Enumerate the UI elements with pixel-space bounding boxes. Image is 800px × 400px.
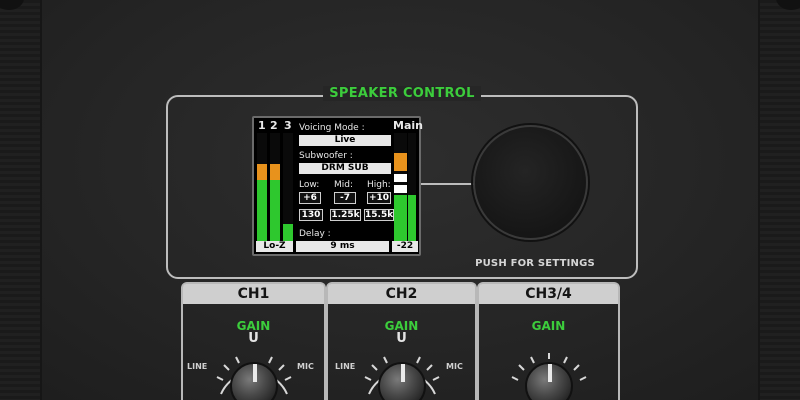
left-grille-edge (0, 0, 42, 400)
eq-mid-freq: 1.25k (330, 209, 361, 221)
mic-label: MIC (446, 362, 463, 371)
meter-2-label: 2 (270, 119, 278, 132)
push-settings-knob[interactable] (473, 125, 588, 240)
eq-mid-gain: -7 (334, 192, 356, 204)
subwoofer-label: Subwoofer : (299, 151, 353, 161)
lcd-knob-connector-line (421, 183, 475, 185)
delay-label: Delay : (299, 229, 331, 239)
meter-ch3 (283, 133, 293, 244)
meter-1-label: 1 (258, 119, 266, 132)
channel-title: CH3/4 (479, 284, 618, 304)
voicing-mode-value: Live (299, 135, 391, 146)
gain-knob-ch3-4[interactable] (524, 362, 573, 400)
meter-ch1 (257, 133, 267, 244)
eq-mid-label: Mid: (334, 180, 354, 190)
lcd-display: 1 2 3 Main Voicing Mode : Live Subwoofer… (252, 116, 423, 256)
subwoofer-value: DRM SUB (299, 163, 391, 174)
unity-gain-label: U (248, 331, 259, 346)
speaker-control-title: SPEAKER CONTROL (323, 86, 481, 101)
eq-high-label: High: (367, 180, 391, 190)
channel-strip-ch3-4: CH3/4 GAIN (477, 282, 620, 400)
channel-title: CH2 (328, 284, 475, 304)
eq-low-gain: +6 (299, 192, 321, 204)
eq-high-freq: 15.5k (364, 209, 394, 221)
gain-knob-ch2[interactable] (377, 362, 426, 400)
main-meter-label: Main (393, 119, 423, 132)
eq-low-freq: 130 (299, 209, 323, 221)
line-label: LINE (187, 362, 208, 371)
main-level-value: -22 (392, 241, 418, 252)
channel-strip-ch1: CH1 GAIN U (181, 282, 326, 400)
eq-low-label: Low: (299, 180, 320, 190)
channel-strip-ch2: CH2 GAIN U (326, 282, 477, 400)
meter-3-label: 3 (284, 119, 292, 132)
meter-ch2 (270, 133, 280, 244)
voicing-mode-label: Voicing Mode : (299, 123, 365, 133)
gain-knob-ch1[interactable] (229, 362, 278, 400)
unity-gain-label: U (396, 331, 407, 346)
push-for-settings-label: PUSH FOR SETTINGS (475, 258, 595, 269)
delay-value: 9 ms (296, 241, 389, 252)
meter-main (394, 133, 407, 244)
channel-title: CH1 (183, 284, 324, 304)
line-label: LINE (335, 362, 356, 371)
mic-label: MIC (297, 362, 314, 371)
right-grille-edge (758, 0, 800, 400)
eq-high-gain: +10 (367, 192, 391, 204)
gain-label: GAIN (531, 319, 566, 333)
meter-main-right (408, 133, 416, 244)
input-mode-value: Lo-Z (256, 241, 293, 252)
